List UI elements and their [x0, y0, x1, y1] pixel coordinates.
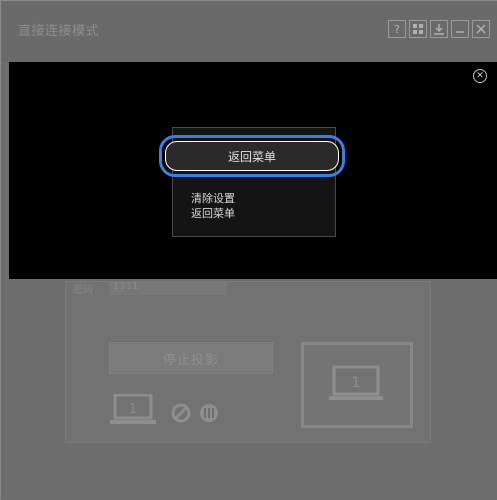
- menu-item-clear-settings[interactable]: 清除设置: [191, 190, 235, 206]
- grid-icon[interactable]: [409, 20, 427, 38]
- password-label: 密码: [73, 285, 93, 296]
- projector-screen: 1: [301, 342, 413, 428]
- no-signal-icon: [171, 403, 191, 427]
- help-icon[interactable]: ?: [388, 20, 406, 38]
- overlay-close-icon[interactable]: ✕: [473, 69, 487, 83]
- title-bar-buttons: ?: [388, 20, 490, 38]
- menu-item-return-menu[interactable]: 返回菜单: [191, 205, 235, 221]
- laptop-label: 1: [129, 402, 137, 417]
- title-bar: 直接连接模式 ?: [1, 1, 497, 62]
- laptop-icon: 1: [109, 393, 157, 430]
- minimize-icon[interactable]: [451, 20, 469, 38]
- window-title: 直接连接模式: [18, 24, 100, 39]
- menu-item-selected[interactable]: 返回菜单: [165, 141, 339, 171]
- monitor-label: 1: [352, 375, 361, 391]
- download-icon[interactable]: [430, 20, 448, 38]
- svg-text:?: ?: [394, 23, 400, 35]
- stop-projection-button[interactable]: 停止投影: [109, 342, 273, 374]
- app-window: 直接连接模式 ? 密码 1111 停止投影 1 1 ✕ 返回菜单 清除设置 返回…: [0, 0, 497, 500]
- network-icon: [198, 402, 220, 428]
- close-icon[interactable]: [472, 20, 490, 38]
- password-field[interactable]: 1111: [109, 281, 227, 295]
